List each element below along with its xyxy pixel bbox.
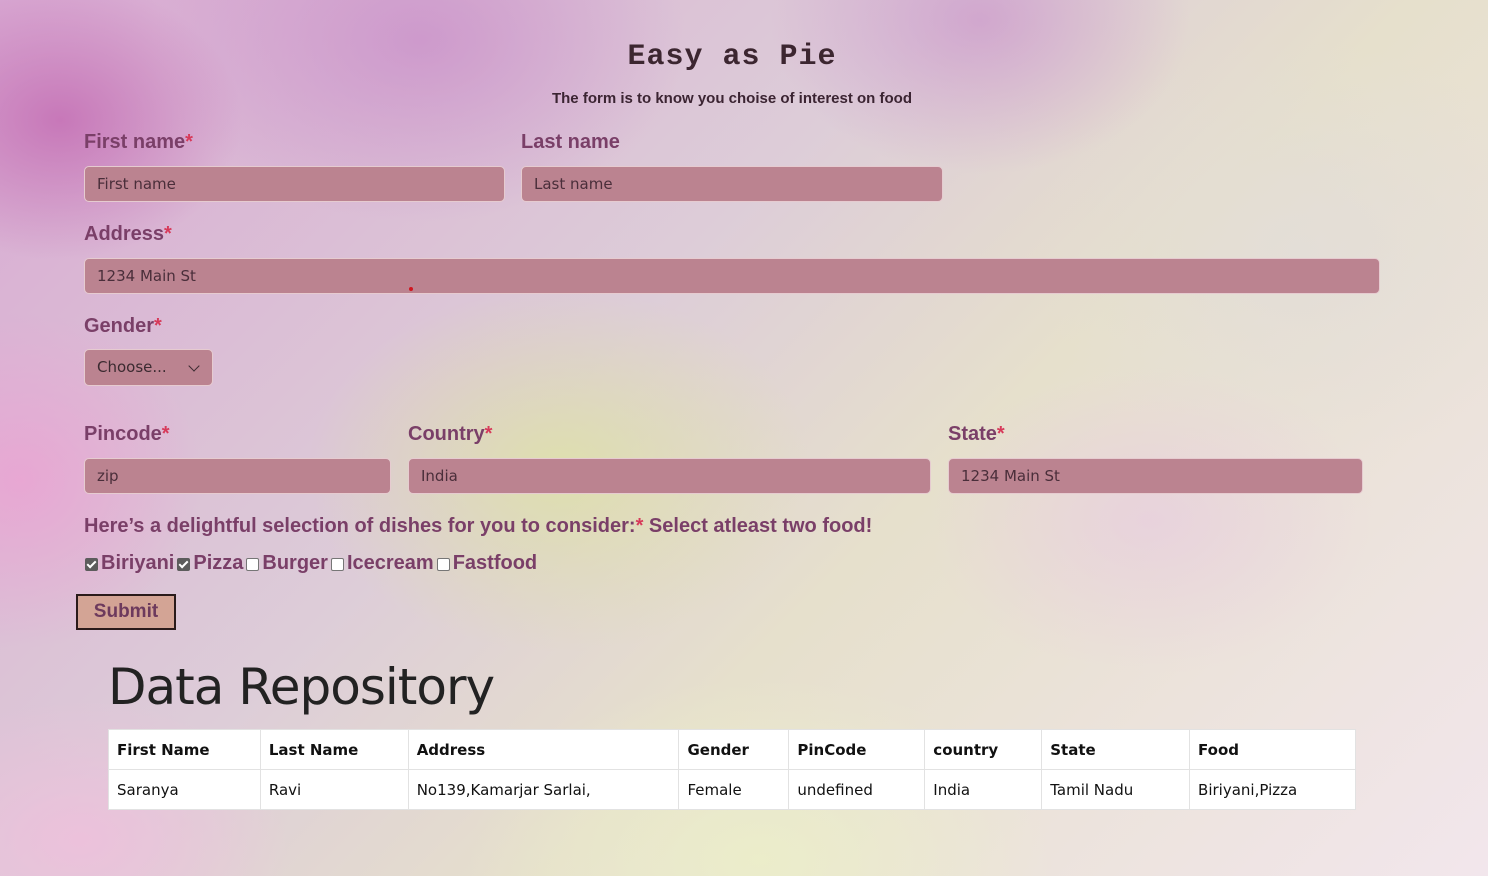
required-mark: * (185, 131, 193, 153)
gender-select[interactable]: Choose... (84, 349, 213, 386)
table-cell: Female (678, 769, 790, 810)
food-label: Here’s a delightful selection of dishes … (84, 515, 873, 537)
icecream-checkbox[interactable] (330, 558, 344, 571)
gender-select-value: Choose... (97, 358, 167, 376)
pizza-label: Pizza (193, 552, 244, 574)
required-mark: * (154, 315, 162, 337)
pincode-label: Pincode* (84, 423, 170, 445)
column-header: country (924, 729, 1043, 770)
gender-label: Gender* (84, 315, 162, 337)
table-cell: Ravi (259, 769, 409, 810)
page-title: Easy as Pie (627, 40, 837, 74)
column-header: State (1041, 729, 1191, 770)
state-input[interactable] (948, 458, 1363, 494)
food-hint: Select atleast two food! (643, 515, 873, 537)
address-input[interactable] (84, 258, 1380, 294)
table-header-row: First Name Last Name Address Gender PinC… (108, 729, 1356, 770)
data-table: First Name Last Name Address Gender PinC… (108, 729, 1356, 810)
repository-title: Data Repository (108, 658, 495, 716)
column-header: Last Name (259, 729, 409, 770)
table-cell: undefined (788, 769, 926, 810)
last-name-input[interactable] (521, 166, 943, 202)
pincode-input[interactable] (84, 458, 391, 494)
last-name-label: Last name (521, 131, 620, 153)
state-label: State* (948, 423, 1005, 445)
column-header: Address (407, 729, 680, 770)
biriyani-checkbox[interactable] (85, 558, 98, 571)
address-label: Address* (84, 223, 172, 245)
page-subtitle: The form is to know you choise of intere… (551, 90, 912, 107)
table-cell: Saranya (108, 769, 261, 810)
first-name-input[interactable] (84, 166, 505, 202)
required-mark: * (484, 423, 493, 445)
burger-checkbox[interactable] (246, 558, 260, 571)
column-header: PinCode (788, 729, 926, 770)
column-header: Gender (678, 729, 790, 770)
table-row: Saranya Ravi No139,Kamarjar Sarlai, Fema… (108, 769, 1356, 810)
pizza-checkbox[interactable] (177, 558, 191, 571)
icecream-label: Icecream (346, 552, 434, 574)
required-mark: * (161, 423, 170, 445)
column-header: Food (1189, 729, 1356, 770)
column-header: First Name (108, 729, 261, 770)
country-input[interactable] (408, 458, 931, 494)
required-mark: * (164, 223, 172, 245)
table-cell: Tamil Nadu (1041, 769, 1191, 810)
table-cell: Biriyani,Pizza (1189, 769, 1356, 810)
chevron-down-icon (188, 360, 200, 372)
fastfood-label: Fastfood (452, 552, 538, 574)
burger-label: Burger (262, 552, 328, 574)
table-cell: India (924, 769, 1043, 810)
cursor-dot (409, 287, 413, 291)
required-mark: * (996, 423, 1005, 445)
biriyani-label: Biriyani (101, 552, 175, 574)
food-options: Biriyani Pizza Burger Icecream Fastfood (84, 552, 539, 575)
first-name-label: First name* (84, 131, 193, 153)
fastfood-checkbox[interactable] (436, 558, 450, 571)
country-label: Country* (408, 423, 493, 445)
table-cell: No139,Kamarjar Sarlai, (407, 769, 680, 810)
submit-button[interactable]: Submit (76, 594, 176, 630)
